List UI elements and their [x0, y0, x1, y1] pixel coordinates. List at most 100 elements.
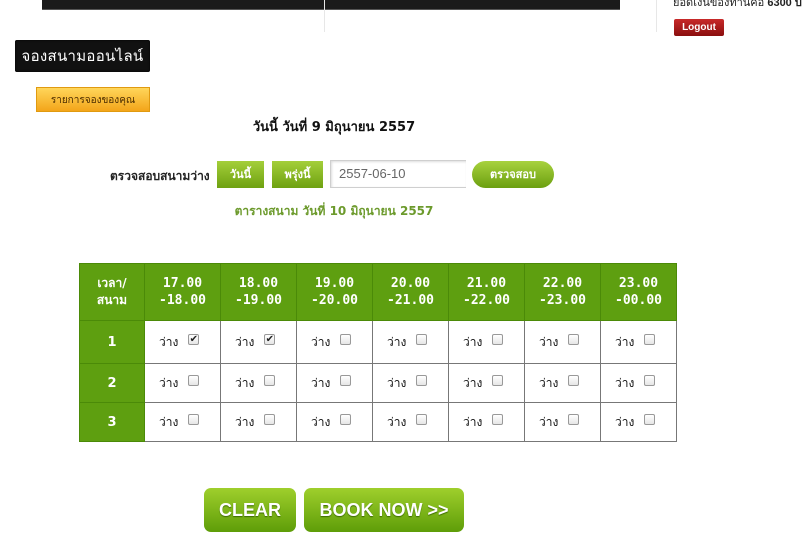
time-start: 23.00: [618, 276, 659, 291]
slot-cell: ว่าง: [372, 402, 449, 442]
slot-status: ว่าง: [615, 375, 635, 390]
slot-cell: ว่าง: [524, 402, 601, 442]
slot-checkbox[interactable]: [644, 413, 656, 425]
slot-status: ว่าง: [463, 414, 483, 429]
slot-cell: ว่าง: [448, 363, 525, 403]
time-end: -22.00: [463, 293, 510, 308]
slot-checkbox[interactable]: [340, 413, 352, 425]
slot-checkbox[interactable]: [644, 374, 656, 386]
slot-status: ว่าง: [539, 414, 559, 429]
slot-cell: ว่าง: [600, 363, 677, 403]
slot-checkbox[interactable]: [340, 333, 352, 345]
check-button[interactable]: ตรวจสอบ: [472, 161, 554, 188]
slot-status: ว่าง: [159, 334, 179, 349]
slot-status: ว่าง: [539, 334, 559, 349]
slot-status: ว่าง: [235, 375, 255, 390]
time-header: 18.00 -19.00: [220, 263, 297, 321]
slot-checkbox[interactable]: [188, 374, 200, 386]
slot-checkbox[interactable]: [644, 333, 656, 345]
time-start: 22.00: [542, 276, 583, 291]
slot-cell: ว่าง: [144, 363, 221, 403]
time-header: 17.00 -18.00: [144, 263, 221, 321]
clear-button[interactable]: CLEAR: [204, 488, 296, 532]
availability-label: ตรวจสอบสนามว่าง: [110, 169, 210, 183]
booking-table: เวลา/ สนาม 17.00 -18.00 18.00 -19.00 19.00…: [79, 263, 677, 442]
logout-button[interactable]: Logout: [674, 19, 724, 36]
slot-cell: ว่าง ✔: [220, 320, 297, 364]
table-row: 1 ว่าง ✔ ว่าง ✔ ว่าง ว่าง ว่าง ว่าง ว่าง: [79, 320, 677, 364]
today-button[interactable]: วันนี้: [217, 161, 264, 188]
time-end: -18.00: [159, 293, 206, 308]
slot-checkbox[interactable]: ✔: [264, 333, 276, 345]
balance-amount: 6300 บ: [767, 0, 802, 9]
slot-checkbox[interactable]: [340, 374, 352, 386]
slot-cell: ว่าง ✔: [144, 320, 221, 364]
slot-cell: ว่าง: [448, 320, 525, 364]
slot-status: ว่าง: [311, 334, 331, 349]
slot-status: ว่าง: [615, 334, 635, 349]
time-start: 18.00: [238, 276, 279, 291]
slot-checkbox[interactable]: [492, 333, 504, 345]
slot-checkbox[interactable]: ✔: [188, 333, 200, 345]
time-end: -20.00: [311, 293, 358, 308]
slot-status: ว่าง: [387, 334, 407, 349]
slot-cell: ว่าง: [220, 363, 297, 403]
table-row: 2 ว่าง ว่าง ว่าง ว่าง ว่าง ว่าง ว่าง: [79, 363, 677, 403]
time-header: 20.00 -21.00: [372, 263, 449, 321]
slot-status: ว่าง: [615, 414, 635, 429]
time-header: 19.00 -20.00: [296, 263, 373, 321]
time-start: 20.00: [390, 276, 431, 291]
tomorrow-button[interactable]: พรุ่งนี้: [272, 161, 323, 188]
slot-cell: ว่าง: [524, 363, 601, 403]
slot-checkbox[interactable]: [492, 413, 504, 425]
date-input[interactable]: 2557-06-10: [330, 160, 466, 188]
slot-cell: ว่าง: [448, 402, 525, 442]
slot-checkbox[interactable]: [264, 413, 276, 425]
header-divider: [656, 0, 657, 32]
field-number: 3: [79, 402, 145, 442]
time-end: -21.00: [387, 293, 434, 308]
corner-line: สนาม: [96, 293, 128, 307]
slot-checkbox[interactable]: [568, 413, 580, 425]
time-header: 22.00 -23.00: [524, 263, 601, 321]
schedule-title: ตารางสนาม วันที่ 10 มิถุนายน 2557: [234, 204, 434, 218]
time-end: -23.00: [539, 293, 586, 308]
time-start: 17.00: [162, 276, 203, 291]
slot-checkbox[interactable]: [416, 333, 428, 345]
slot-status: ว่าง: [463, 375, 483, 390]
balance-label: ยอดเงินของท่านคือ: [673, 0, 765, 9]
time-end: -19.00: [235, 293, 282, 308]
corner-line: เวลา/: [97, 276, 127, 290]
field-number: 1: [79, 320, 145, 364]
section-title: จองสนามออนไลน์: [15, 40, 150, 72]
corner-header: เวลา/ สนาม: [79, 263, 145, 321]
slot-status: ว่าง: [387, 414, 407, 429]
slot-checkbox[interactable]: [416, 374, 428, 386]
book-now-button[interactable]: BOOK NOW >>: [304, 488, 464, 532]
slot-status: ว่าง: [311, 414, 331, 429]
slot-status: ว่าง: [159, 414, 179, 429]
balance-info: ยอดเงินของท่านคือ 6300 บ: [673, 0, 802, 11]
slot-checkbox[interactable]: [188, 413, 200, 425]
time-header: 23.00 -00.00: [600, 263, 677, 321]
table-header-row: เวลา/ สนาม 17.00 -18.00 18.00 -19.00 19.00…: [79, 263, 677, 321]
slot-cell: ว่าง: [296, 320, 373, 364]
slot-checkbox[interactable]: [492, 374, 504, 386]
slot-status: ว่าง: [235, 334, 255, 349]
slot-checkbox[interactable]: [568, 374, 580, 386]
time-end: -00.00: [615, 293, 662, 308]
today-date: วันนี้ วันที่ 9 มิถุนายน 2557: [252, 120, 416, 135]
slot-checkbox[interactable]: [264, 374, 276, 386]
table-row: 3 ว่าง ว่าง ว่าง ว่าง ว่าง ว่าง ว่าง: [79, 402, 677, 442]
slot-checkbox[interactable]: [568, 333, 580, 345]
slot-cell: ว่าง: [600, 402, 677, 442]
slot-cell: ว่าง: [372, 363, 449, 403]
slot-cell: ว่าง: [144, 402, 221, 442]
slot-status: ว่าง: [387, 375, 407, 390]
time-start: 19.00: [314, 276, 355, 291]
top-banner: [42, 0, 620, 10]
time-start: 21.00: [466, 276, 507, 291]
slot-status: ว่าง: [311, 375, 331, 390]
my-bookings-button[interactable]: รายการจองของคุณ: [36, 87, 150, 112]
slot-checkbox[interactable]: [416, 413, 428, 425]
